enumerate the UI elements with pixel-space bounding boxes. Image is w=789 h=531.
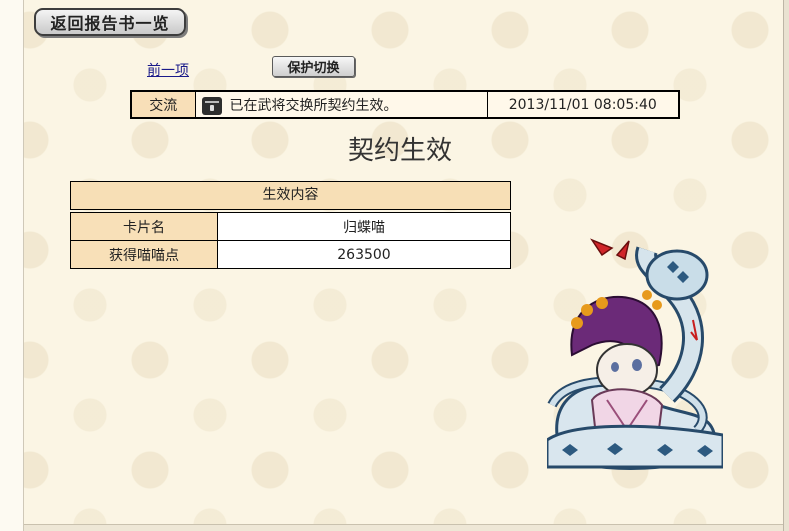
previous-item-link[interactable]: 前一项 <box>147 60 189 80</box>
effect-row: 获得喵喵点 263500 <box>70 240 511 269</box>
report-summary-row: 交流 已在武将交换所契约生效。 2013/11/01 08:05:40 <box>130 90 680 119</box>
effect-header: 生效内容 <box>70 181 511 210</box>
card-illustration <box>547 238 723 470</box>
protect-toggle-button[interactable]: 保护切换 <box>272 56 355 77</box>
chest-icon <box>201 96 222 115</box>
effect-value-points: 263500 <box>217 240 511 269</box>
back-to-report-list-button[interactable]: 返回报告书一览 <box>34 8 186 36</box>
effect-key-points: 获得喵喵点 <box>70 240 218 269</box>
right-border <box>783 0 789 531</box>
report-timestamp: 2013/11/01 08:05:40 <box>486 90 680 119</box>
effect-row: 卡片名 归蝶喵 <box>70 212 511 241</box>
report-message-cell: 已在武将交换所契约生效。 <box>194 90 488 119</box>
effect-table: 生效内容 卡片名 归蝶喵 获得喵喵点 263500 <box>70 181 511 269</box>
page-title: 契约生效 <box>348 136 453 166</box>
report-type: 交流 <box>130 90 196 119</box>
bottom-bar <box>24 524 783 531</box>
effect-body: 卡片名 归蝶喵 获得喵喵点 263500 <box>70 212 511 269</box>
left-rail <box>0 0 24 531</box>
effect-value-card-name: 归蝶喵 <box>217 212 511 241</box>
effect-key-card-name: 卡片名 <box>70 212 218 241</box>
report-message: 已在武将交换所契约生效。 <box>229 97 398 114</box>
